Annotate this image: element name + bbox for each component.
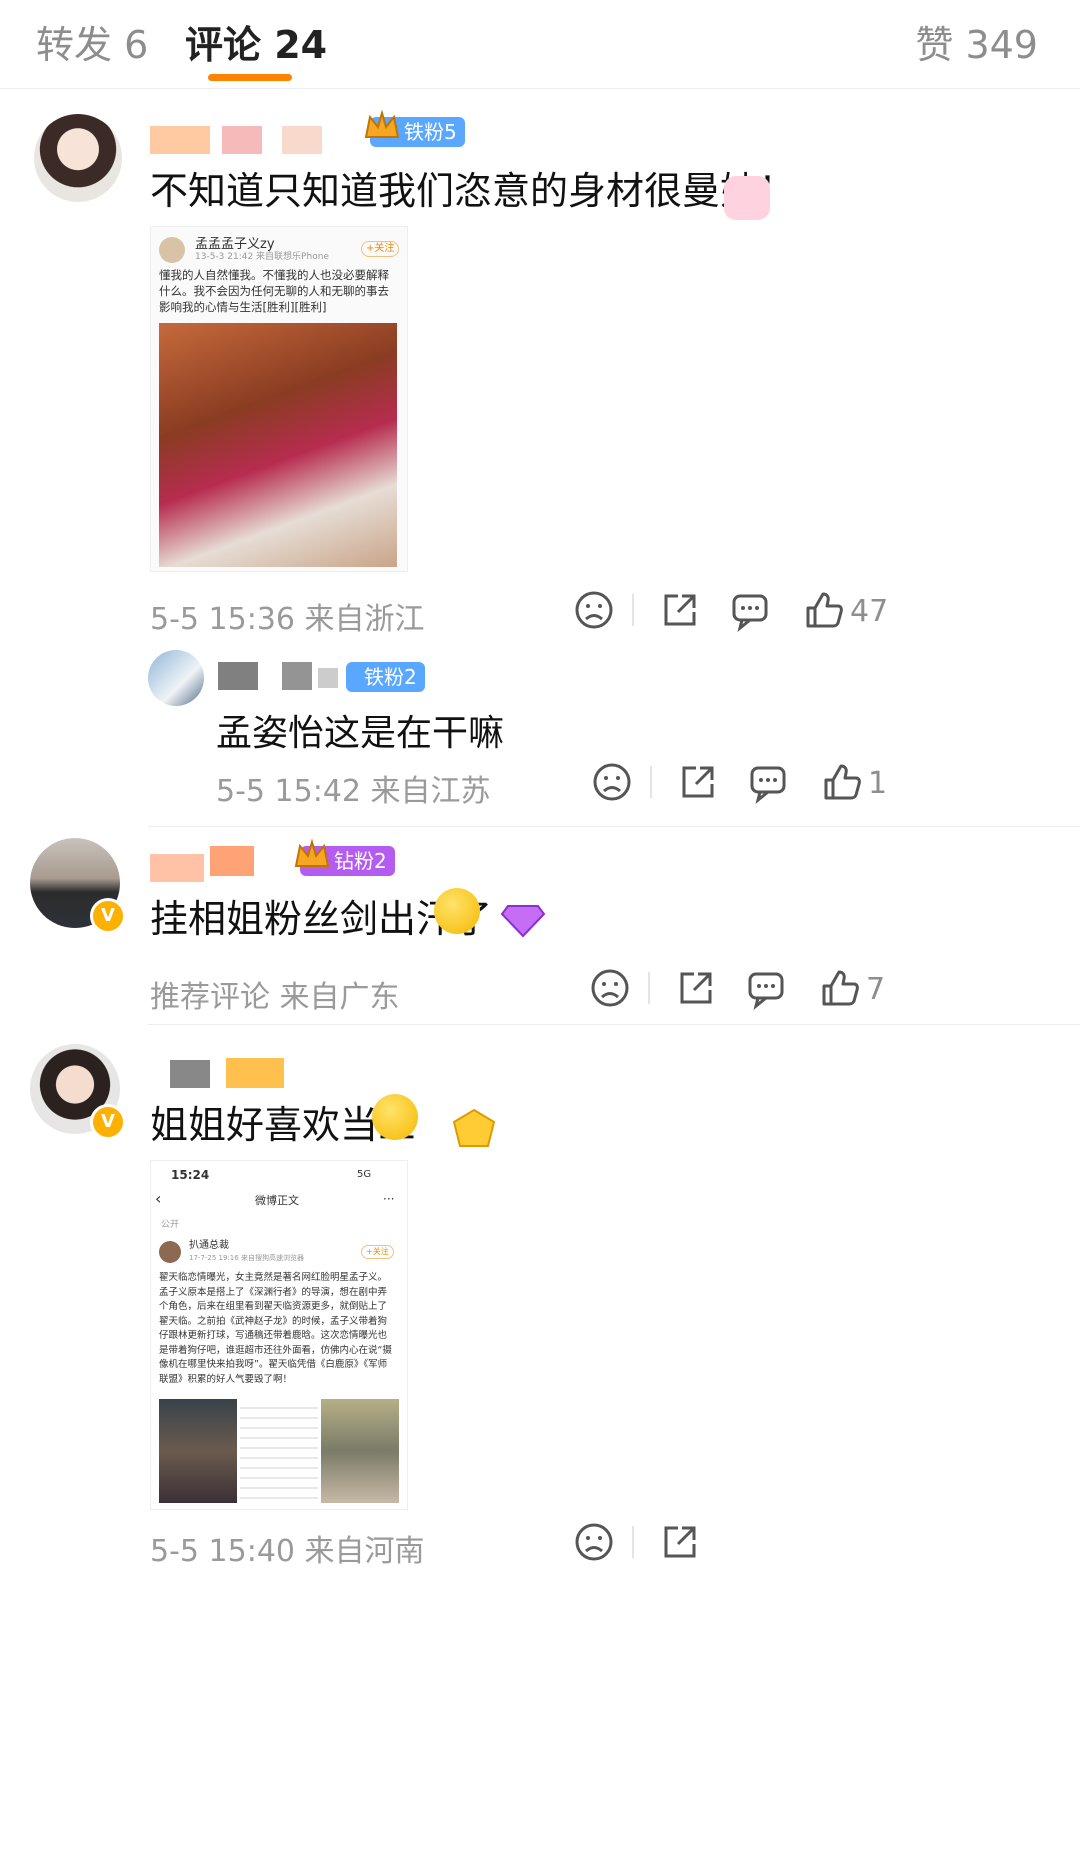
dislike-icon[interactable] [572,588,616,632]
cold-sweat-emoji-icon [372,1094,418,1140]
crown-icon [362,107,402,147]
tab-likes[interactable]: 赞 349 [915,14,1038,69]
image-post-body: 懂我的人自然懂我。不懂我的人也没必要解释什么。我不会因为任何无聊的人和无聊的事去… [159,268,389,314]
crown-icon [292,836,332,876]
comment-image[interactable]: 15:24 5G ‹ 微博正文 ··· 公开 扒通总裁 17-7-25 19:1… [150,1160,408,1510]
avatar [159,1241,181,1263]
image-post-time: 13-5-3 21:42 来自联想乐Phone [195,252,329,262]
dislike-icon[interactable] [588,966,632,1010]
avatar[interactable] [148,650,204,706]
back-icon: ‹ [155,1189,162,1208]
separator [632,594,634,626]
comment-meta: 5-5 15:36 来自浙江 [150,602,425,637]
comment-text: 不知道只知道我们恣意的身材很曼妙！ [150,169,797,213]
separator [648,972,650,1004]
sticker-icon [724,176,770,220]
tab-comments[interactable]: 评论 24 [185,14,327,69]
like-icon[interactable] [802,588,846,632]
comment-tabbar: 转发 6 评论 24 赞 349 [0,0,1080,89]
image-account-name: 扒通总裁 [189,1240,229,1251]
comment-icon[interactable] [744,966,788,1010]
avatar[interactable] [34,114,122,202]
share-icon[interactable] [658,1520,702,1564]
image-photo-grid [159,1399,399,1503]
separator [650,766,652,798]
comment-divider [148,826,1080,827]
image-follow-button: +关注 [361,1245,394,1259]
comment-meta: 推荐评论 来自广东 [150,980,400,1015]
comment-image[interactable]: 孟孟孟子义zy 13-5-3 21:42 来自联想乐Phone +关注 懂我的人… [150,226,408,572]
share-icon[interactable] [674,966,718,1010]
image-status-icons: 5G [357,1169,372,1180]
comment-meta: 5-5 15:42 来自江苏 [216,774,491,809]
active-tab-indicator [208,74,292,81]
verified-badge-icon: V [90,1104,126,1140]
fan-badge: 铁粉2 [346,662,425,692]
image-follow-button: +关注 [361,241,400,257]
comment-text: 孟姿怡这是在干嘛 [216,713,505,754]
comment-meta: 5-5 15:40 来自河南 [150,1534,425,1569]
more-icon: ··· [383,1192,395,1206]
verified-badge-icon: V [90,898,126,934]
comment-icon[interactable] [746,760,790,804]
tab-repost[interactable]: 转发 6 [36,14,148,69]
badge-label: 铁粉5 [404,120,457,144]
diamond-sticker-icon [500,898,546,938]
share-icon[interactable] [676,760,720,804]
like-icon[interactable] [820,760,864,804]
image-post-body: 翟天临恋情曝光，女主竟然是著名网红脸明星孟子义。孟子义原本是搭上了《深渊行者》的… [159,1272,392,1385]
like-count: 7 [866,972,886,1007]
like-icon[interactable] [818,966,862,1010]
image-nav-title: 微博正文 [255,1194,299,1207]
badge-label: 铁粉2 [364,665,417,689]
comment-icon[interactable] [728,588,772,632]
dislike-icon[interactable] [590,760,634,804]
fan-badge: 铁粉5 [364,109,465,147]
like-count: 47 [850,594,889,629]
separator [632,1526,634,1558]
share-icon[interactable] [658,588,702,632]
image-photo [159,323,397,567]
sweat-smile-emoji-icon [434,888,480,934]
like-count: 1 [868,766,888,801]
image-status-time: 15:24 [171,1168,210,1182]
image-post-time: 17-7-25 19:16 来自搜狗高速浏览器 [189,1254,304,1262]
dislike-icon[interactable] [572,1520,616,1564]
avatar [159,237,185,263]
badge-label: 钻粉2 [334,849,387,873]
fan-badge: 钻粉2 [294,838,395,876]
gold-sticker-icon [448,1106,500,1152]
image-visibility: 公开 [161,1220,180,1230]
comment-divider [148,1024,1080,1025]
